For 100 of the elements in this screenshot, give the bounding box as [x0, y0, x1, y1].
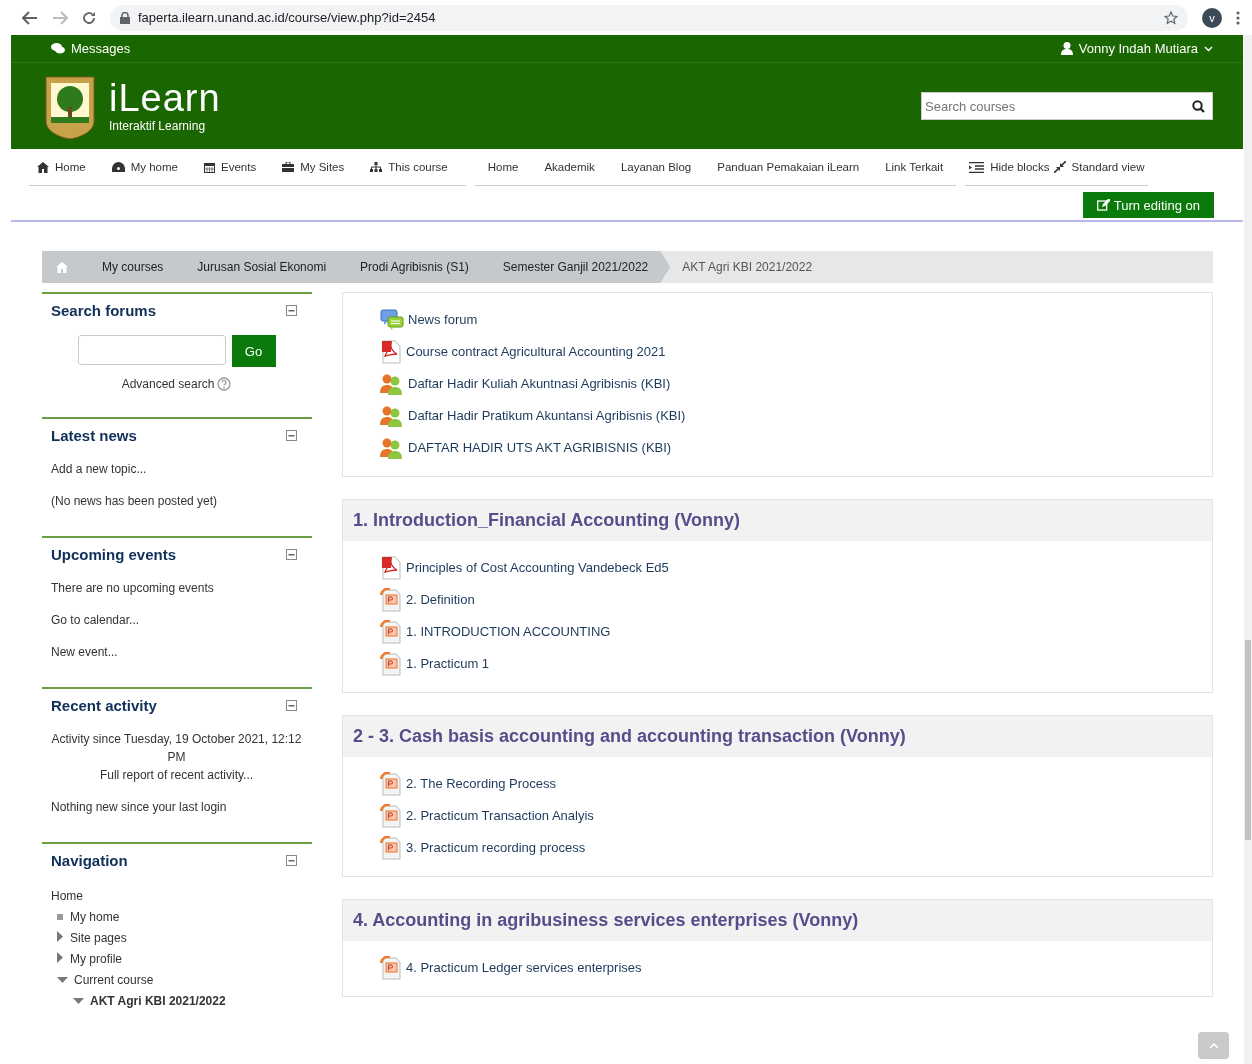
sitemap-icon [370, 162, 383, 172]
section-title: 2 - 3. Cash basis accounting and accounting transaction (Vonny) [343, 716, 1212, 757]
breadcrumb-link[interactable]: AKT Agri KBI 2021/2022 [660, 251, 1213, 283]
block-text: Nothing new since your last login [51, 799, 228, 816]
collapse-icon[interactable] [286, 305, 297, 316]
activity-link[interactable]: Principles of Cost Accounting Vandebeck Ed5 [406, 560, 669, 575]
caret-right-icon[interactable] [57, 930, 64, 942]
activity-link[interactable]: DAFTAR HADIR UTS AKT AGRIBISNIS (KBI) [408, 440, 672, 455]
collapse-icon[interactable] [286, 700, 297, 711]
activity-link[interactable]: Daftar Hadir Pratikum Akuntansi Agribisnis (KBI) [408, 408, 686, 423]
nav-link[interactable]: Link Terkait [872, 161, 957, 173]
section-title: 1. Introduction_Financial Accounting (Vonny) [343, 500, 1212, 541]
messages-link[interactable]: Messages [71, 41, 131, 56]
calendar-icon [204, 161, 215, 173]
caret-down-icon[interactable] [73, 997, 84, 1005]
nav-link[interactable]: Hide blocks [990, 161, 1050, 173]
people-icon [380, 436, 404, 459]
bullet-icon [57, 913, 64, 921]
collapse-icon[interactable] [286, 855, 297, 866]
nav-link[interactable]: My Sites [300, 161, 345, 173]
turn-editing-on-button[interactable]: Turn editing on [1082, 192, 1214, 218]
nav-tree-item[interactable]: My home [70, 909, 120, 924]
tree-emblem-icon [43, 73, 97, 139]
caret-right-icon[interactable] [57, 951, 64, 963]
block-text: Add a new topic... [51, 461, 148, 478]
activity-link[interactable]: Course contract Agricultural Accounting 2021 [406, 344, 666, 359]
activity-link[interactable]: 3. Practicum recording process [406, 840, 586, 855]
gauge-icon [111, 162, 125, 172]
nav-link[interactable]: Akademik [531, 161, 608, 173]
nav-link[interactable]: Layanan Blog [607, 161, 705, 173]
block-title: Recent activity [51, 697, 157, 714]
block-text: Activity since Tuesday, 19 October 2021, 12:12 PM [51, 731, 302, 766]
user-icon [1060, 42, 1073, 55]
compress-icon [1053, 161, 1066, 173]
people-icon [380, 372, 404, 395]
reload-icon[interactable] [82, 10, 96, 25]
block-text: Go to calendar... [51, 612, 141, 629]
block-text: Full report of recent activity... [98, 767, 255, 784]
outdent-icon [969, 161, 985, 173]
user-menu[interactable]: Vonny Indah Mutiara [1078, 41, 1198, 56]
caret-up-icon [1208, 1042, 1219, 1049]
nav-link[interactable]: Panduan Pemakaian iLearn [704, 161, 873, 173]
activity-link[interactable]: 4. Practicum Ledger services enterprises [406, 960, 642, 975]
go-button[interactable]: Go [231, 335, 276, 367]
activity-link[interactable]: 1. Practicum 1 [406, 656, 490, 671]
help-icon[interactable] [217, 377, 232, 391]
lock-icon [120, 11, 130, 24]
pdf-file-icon [380, 339, 402, 364]
presentation-file-icon [380, 651, 402, 676]
pdf-file-icon [380, 555, 402, 580]
activity-link[interactable]: 2. Practicum Transaction Analyis [406, 808, 594, 823]
menu-icon[interactable] [1236, 10, 1240, 25]
block-title: Latest news [51, 427, 137, 444]
logo-title: iLearn [109, 79, 221, 117]
activity-link[interactable]: 2. The Recording Process [406, 776, 557, 791]
nav-link[interactable]: Standard view [1071, 161, 1145, 173]
activity-link[interactable]: 2. Definition [406, 592, 475, 607]
block-text: (No news has been posted yet) [51, 493, 219, 510]
home-icon [37, 161, 49, 173]
block-text: New event... [51, 644, 119, 661]
profile-avatar[interactable]: v [1202, 7, 1222, 28]
nav-link[interactable]: This course [388, 161, 448, 173]
nav-tree-item[interactable]: Home [51, 888, 83, 903]
block-title: Upcoming events [51, 546, 177, 563]
nav-link[interactable]: Home [474, 161, 532, 173]
edit-icon [1096, 199, 1110, 211]
advanced-search-link[interactable]: Advanced search [121, 377, 215, 391]
nav-tree-item[interactable]: AKT Agri KBI 2021/2022 [90, 993, 226, 1008]
nav-tree-item[interactable]: My profile [70, 951, 122, 966]
collapse-icon[interactable] [286, 549, 297, 560]
logo-subtitle: Interaktif Learning [109, 119, 207, 133]
block-title: Search forums [51, 302, 157, 319]
block-text: There are no upcoming events [51, 580, 215, 597]
chat-icon [51, 43, 65, 54]
collapse-icon[interactable] [286, 430, 297, 441]
address-bar[interactable]: faperta.ilearn.unand.ac.id/course/view.php?id=2454 [110, 4, 1188, 31]
activity-link[interactable]: Daftar Hadir Kuliah Akuntnasi Agribisnis (KBI) [408, 376, 671, 391]
presentation-file-icon [380, 771, 402, 796]
nav-link[interactable]: Events [221, 161, 257, 173]
presentation-file-icon [380, 587, 402, 612]
presentation-file-icon [380, 835, 402, 860]
nav-link[interactable]: Home [55, 161, 86, 173]
speech-bubbles-icon [380, 308, 404, 331]
nav-tree-item[interactable]: Site pages [70, 930, 127, 945]
nav-link[interactable]: My home [130, 161, 178, 173]
presentation-file-icon [380, 803, 402, 828]
star-icon[interactable] [1164, 10, 1178, 25]
caret-down-icon[interactable] [1204, 45, 1213, 52]
section-title: 4. Accounting in agribusiness services enterprises (Vonny) [343, 900, 1212, 941]
caret-down-icon[interactable] [57, 976, 68, 984]
activity-link[interactable]: 1. INTRODUCTION ACCOUNTING [406, 624, 611, 639]
block-title: Navigation [51, 852, 128, 869]
presentation-file-icon [380, 619, 402, 644]
presentation-file-icon [380, 955, 402, 980]
back-icon[interactable] [22, 10, 38, 25]
briefcase-icon [282, 162, 295, 172]
scrollbar-thumb[interactable] [1245, 640, 1251, 840]
activity-link[interactable]: News forum [408, 312, 478, 327]
search-forums-field[interactable] [77, 335, 226, 365]
nav-tree-item[interactable]: Current course [74, 972, 154, 987]
